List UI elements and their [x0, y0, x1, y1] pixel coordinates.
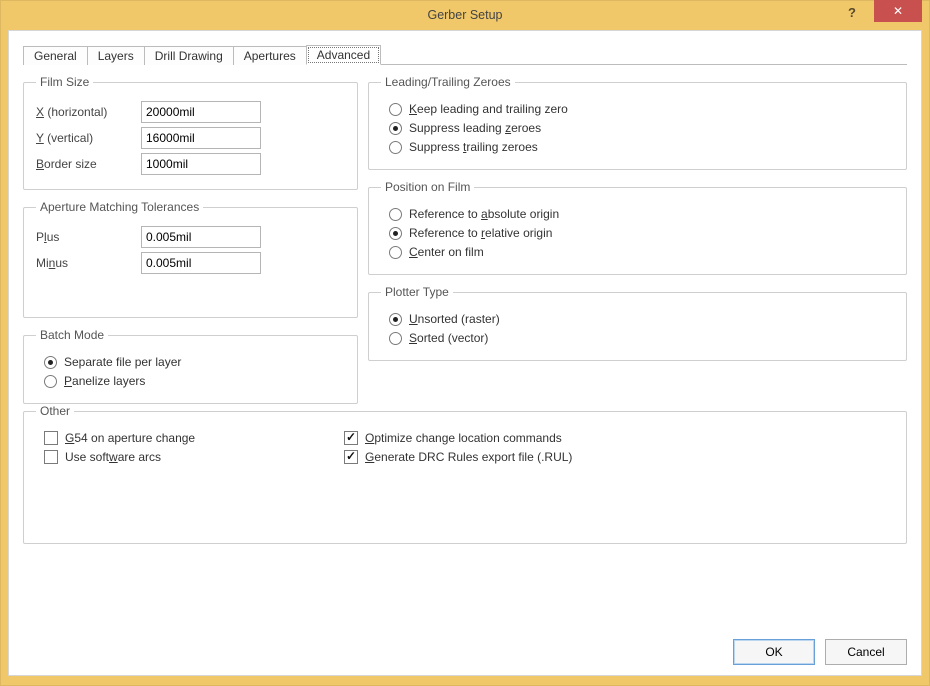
tol-plus-input[interactable]: [141, 226, 261, 248]
other-drc-checkbox[interactable]: [344, 450, 358, 464]
button-bar: OK Cancel: [23, 629, 907, 665]
tab-general[interactable]: General: [23, 46, 88, 65]
left-column: Film Size X (horizontal) Y (vertical) Bo…: [23, 75, 358, 404]
zero-sup-lead-option[interactable]: Suppress leading zeroes: [389, 121, 894, 135]
pos-relative-label: Reference to relative origin: [409, 226, 552, 240]
other-optimize-checkbox[interactable]: [344, 431, 358, 445]
group-zeroes-legend: Leading/Trailing Zeroes: [381, 75, 515, 89]
batch-separate-option[interactable]: Separate file per layer: [44, 355, 345, 369]
pos-center-radio[interactable]: [389, 246, 402, 259]
zero-keep-radio[interactable]: [389, 103, 402, 116]
tabstrip: General Layers Drill Drawing Apertures A…: [23, 43, 907, 65]
film-x-label: X (horizontal): [36, 105, 141, 119]
other-g54-label: G54 on aperture change: [65, 431, 195, 445]
cancel-button[interactable]: Cancel: [825, 639, 907, 665]
plotter-sorted-option[interactable]: Sorted (vector): [389, 331, 894, 345]
content-columns: Film Size X (horizontal) Y (vertical) Bo…: [23, 75, 907, 404]
pos-absolute-radio[interactable]: [389, 208, 402, 221]
group-other-legend: Other: [36, 404, 74, 418]
batch-panelize-label: Panelize layers: [64, 374, 145, 388]
other-arcs-label: Use software arcs: [65, 450, 161, 464]
group-batch-legend: Batch Mode: [36, 328, 108, 342]
pos-absolute-option[interactable]: Reference to absolute origin: [389, 207, 894, 221]
zero-sup-trail-option[interactable]: Suppress trailing zeroes: [389, 140, 894, 154]
plotter-unsorted-radio[interactable]: [389, 313, 402, 326]
titlebar-controls: ? ✕: [830, 0, 922, 24]
batch-panelize-option[interactable]: Panelize layers: [44, 374, 345, 388]
zero-sup-trail-label: Suppress trailing zeroes: [409, 140, 538, 154]
film-y-input[interactable]: [141, 127, 261, 149]
group-position: Position on Film Reference to absolute o…: [368, 180, 907, 275]
other-g54-checkbox[interactable]: [44, 431, 58, 445]
pos-absolute-label: Reference to absolute origin: [409, 207, 559, 221]
film-y-label: Y (vertical): [36, 131, 141, 145]
group-plotter-legend: Plotter Type: [381, 285, 453, 299]
plotter-unsorted-label: Unsorted (raster): [409, 312, 500, 326]
batch-separate-radio[interactable]: [44, 356, 57, 369]
tab-apertures[interactable]: Apertures: [233, 46, 307, 65]
zero-keep-option[interactable]: Keep leading and trailing zero: [389, 102, 894, 116]
plotter-sorted-radio[interactable]: [389, 332, 402, 345]
other-g54-option[interactable]: G54 on aperture change: [44, 431, 336, 445]
help-button[interactable]: ?: [830, 0, 874, 24]
group-plotter: Plotter Type Unsorted (raster) Sorted (v…: [368, 285, 907, 361]
tab-drill-drawing[interactable]: Drill Drawing: [144, 46, 234, 65]
titlebar: Gerber Setup ? ✕: [8, 0, 922, 30]
zero-keep-label: Keep leading and trailing zero: [409, 102, 568, 116]
close-button[interactable]: ✕: [874, 0, 922, 22]
other-drc-option[interactable]: Generate DRC Rules export file (.RUL): [344, 450, 894, 464]
pos-relative-radio[interactable]: [389, 227, 402, 240]
window-frame: Gerber Setup ? ✕ General Layers Drill Dr…: [0, 0, 930, 686]
batch-panelize-radio[interactable]: [44, 375, 57, 388]
group-position-legend: Position on Film: [381, 180, 474, 194]
other-drc-label: Generate DRC Rules export file (.RUL): [365, 450, 572, 464]
tol-minus-input[interactable]: [141, 252, 261, 274]
film-border-input[interactable]: [141, 153, 261, 175]
group-film-size-legend: Film Size: [36, 75, 93, 89]
film-border-label: Border size: [36, 157, 141, 171]
group-other: Other G54 on aperture change Use softwar…: [23, 404, 907, 544]
dialog-client: General Layers Drill Drawing Apertures A…: [8, 30, 922, 676]
tol-plus-label: Plus: [36, 230, 141, 244]
other-optimize-option[interactable]: Optimize change location commands: [344, 431, 894, 445]
zero-sup-lead-radio[interactable]: [389, 122, 402, 135]
batch-separate-label: Separate file per layer: [64, 355, 181, 369]
ok-button[interactable]: OK: [733, 639, 815, 665]
zero-sup-lead-label: Suppress leading zeroes: [409, 121, 541, 135]
group-zeroes: Leading/Trailing Zeroes Keep leading and…: [368, 75, 907, 170]
plotter-sorted-label: Sorted (vector): [409, 331, 488, 345]
other-arcs-checkbox[interactable]: [44, 450, 58, 464]
right-column: Leading/Trailing Zeroes Keep leading and…: [368, 75, 907, 404]
zero-sup-trail-radio[interactable]: [389, 141, 402, 154]
plotter-unsorted-option[interactable]: Unsorted (raster): [389, 312, 894, 326]
group-film-size: Film Size X (horizontal) Y (vertical) Bo…: [23, 75, 358, 190]
window-title: Gerber Setup: [427, 8, 502, 22]
group-batch-mode: Batch Mode Separate file per layer Panel…: [23, 328, 358, 404]
other-optimize-label: Optimize change location commands: [365, 431, 562, 445]
group-tolerances-legend: Aperture Matching Tolerances: [36, 200, 203, 214]
group-tolerances: Aperture Matching Tolerances Plus Minus: [23, 200, 358, 318]
tol-minus-label: Minus: [36, 256, 141, 270]
tab-advanced[interactable]: Advanced: [306, 45, 381, 65]
tab-layers[interactable]: Layers: [87, 46, 145, 65]
film-x-input[interactable]: [141, 101, 261, 123]
other-arcs-option[interactable]: Use software arcs: [44, 450, 336, 464]
pos-center-option[interactable]: Center on film: [389, 245, 894, 259]
pos-relative-option[interactable]: Reference to relative origin: [389, 226, 894, 240]
pos-center-label: Center on film: [409, 245, 484, 259]
